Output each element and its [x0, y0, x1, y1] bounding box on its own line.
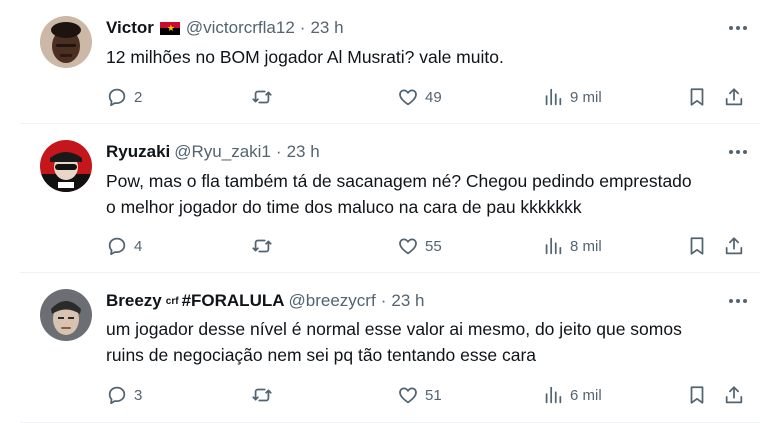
- separator-dot: ·: [380, 291, 387, 310]
- tweet-actions: 2 49 9 mil: [106, 85, 746, 109]
- display-name[interactable]: Ryuzaki: [106, 142, 170, 162]
- timestamp[interactable]: 23 h: [391, 291, 424, 311]
- views-count: 6 mil: [570, 386, 602, 404]
- bookmark-icon: [690, 237, 704, 255]
- like-button[interactable]: 49: [397, 85, 442, 109]
- heart-icon: [399, 387, 417, 404]
- views-count: 8 mil: [570, 237, 602, 255]
- bookmark-icon: [690, 386, 704, 404]
- separator-dot: ·: [299, 18, 306, 37]
- reply-count: 3: [134, 386, 143, 404]
- reply-icon: [108, 386, 126, 405]
- views-chart-icon: [545, 386, 562, 404]
- user-handle[interactable]: @victorcrfla12: [186, 18, 295, 38]
- bookmark-icon: [690, 88, 704, 106]
- views-button[interactable]: 8 mil: [542, 234, 602, 258]
- tweet-text-line: o melhor jogador do time dos maluco na c…: [106, 197, 582, 217]
- views-count: 9 mil: [570, 88, 602, 106]
- tweet[interactable]: Victor ★ @victorcrfla12 · 23 h 12 milhõe…: [20, 0, 760, 124]
- retweet-icon: [252, 90, 272, 104]
- tweet[interactable]: Ryuzaki @Ryu_zaki1 · 23 h Pow, mas o fla…: [20, 124, 760, 273]
- tweet[interactable]: Breezy crf #FORALULA @breezycrf · 23 h u…: [20, 273, 760, 423]
- reply-button[interactable]: 2: [106, 85, 142, 109]
- heart-icon: [399, 89, 417, 106]
- display-name[interactable]: Victor: [106, 18, 154, 38]
- like-count: 55: [425, 237, 442, 255]
- share-button[interactable]: [723, 383, 745, 407]
- views-button[interactable]: 6 mil: [542, 383, 602, 407]
- more-options-icon[interactable]: [726, 18, 750, 38]
- retweet-icon: [252, 388, 272, 402]
- tweet-header: Ryuzaki @Ryu_zaki1 · 23 h: [106, 141, 320, 163]
- tweet-header: Breezy crf #FORALULA @breezycrf · 23 h: [106, 290, 424, 312]
- timestamp[interactable]: 23 h: [310, 18, 343, 38]
- tweet-actions: 3 51 6 mil: [106, 383, 746, 407]
- share-button[interactable]: [723, 234, 745, 258]
- angola-flag-icon: ★: [159, 21, 180, 35]
- tweet-header: Victor ★ @victorcrfla12 · 23 h: [106, 17, 344, 39]
- views-button[interactable]: 9 mil: [542, 85, 602, 109]
- tweet-text: Pow, mas o fla também tá de sacanagem né…: [106, 168, 746, 220]
- reply-icon: [108, 88, 126, 107]
- timeline: Victor ★ @victorcrfla12 · 23 h 12 milhõe…: [20, 0, 760, 423]
- more-options-icon[interactable]: [726, 291, 750, 311]
- separator-dot: ·: [275, 142, 282, 161]
- retweet-button[interactable]: [251, 234, 279, 258]
- bookmark-button[interactable]: [686, 234, 708, 258]
- views-chart-icon: [545, 88, 562, 106]
- tweet-text-line: 12 milhões no BOM jogador Al Musrati? va…: [106, 47, 504, 67]
- tweet-actions: 4 55 8 mil: [106, 234, 746, 258]
- like-button[interactable]: 55: [397, 234, 442, 258]
- bookmark-button[interactable]: [686, 85, 708, 109]
- bookmark-button[interactable]: [686, 383, 708, 407]
- retweet-button[interactable]: [251, 383, 279, 407]
- tweet-text: 12 milhões no BOM jogador Al Musrati? va…: [106, 44, 746, 70]
- avatar[interactable]: [40, 16, 92, 68]
- avatar[interactable]: [40, 289, 92, 341]
- like-count: 49: [425, 88, 442, 106]
- share-icon: [725, 237, 743, 255]
- retweet-icon: [252, 239, 272, 253]
- like-count: 51: [425, 386, 442, 404]
- share-icon: [725, 386, 743, 404]
- reply-icon: [108, 237, 126, 256]
- tweet-text-line: ruins de negociação nem sei pq tão tenta…: [106, 345, 537, 365]
- heart-icon: [399, 238, 417, 255]
- like-button[interactable]: 51: [397, 383, 442, 407]
- share-button[interactable]: [723, 85, 745, 109]
- reply-count: 4: [134, 237, 143, 255]
- reply-count: 2: [134, 88, 143, 106]
- tweet-text-line: Pow, mas o fla também tá de sacanagem né…: [106, 171, 692, 191]
- tweet-text-line: um jogador desse nível é normal esse val…: [106, 319, 682, 339]
- user-handle[interactable]: @Ryu_zaki1: [174, 142, 271, 162]
- views-chart-icon: [545, 237, 562, 255]
- retweet-button[interactable]: [251, 85, 279, 109]
- user-handle[interactable]: @breezycrf: [289, 291, 376, 311]
- share-icon: [725, 88, 743, 106]
- timestamp[interactable]: 23 h: [287, 142, 320, 162]
- tweet-text: um jogador desse nível é normal esse val…: [106, 316, 746, 368]
- reply-button[interactable]: 3: [106, 383, 142, 407]
- display-name[interactable]: Breezy: [106, 291, 162, 311]
- more-options-icon[interactable]: [726, 142, 750, 162]
- reply-button[interactable]: 4: [106, 234, 142, 258]
- name-superscript: crf: [165, 295, 179, 307]
- avatar[interactable]: [40, 140, 92, 192]
- display-name-suffix[interactable]: #FORALULA: [182, 291, 285, 311]
